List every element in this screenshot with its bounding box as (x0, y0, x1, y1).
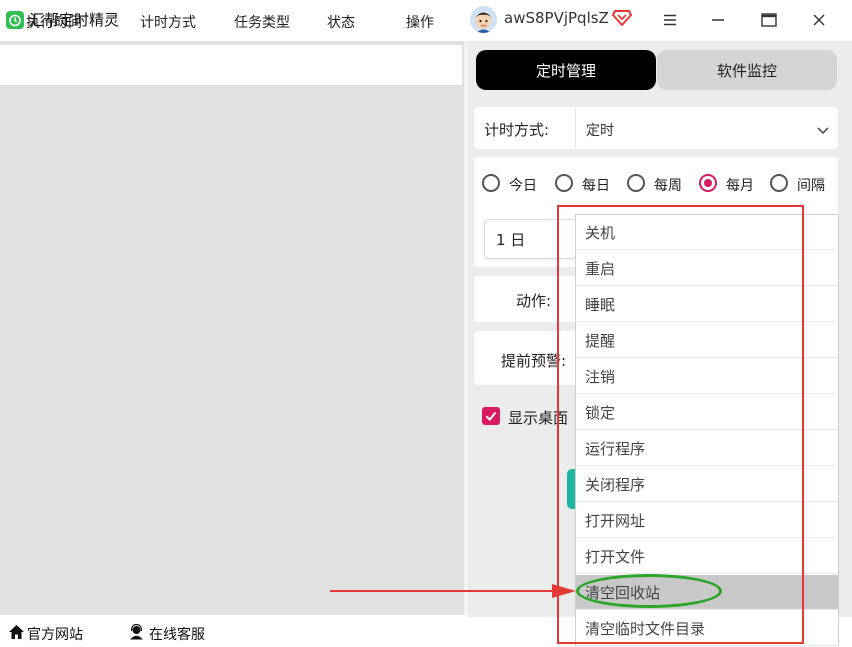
username[interactable]: awS8PVjPqlsZ (504, 9, 609, 27)
chevron-down-icon[interactable] (816, 121, 830, 140)
timing-mode-select[interactable] (575, 108, 840, 148)
day-of-month-value[interactable]: 1 日 (496, 229, 525, 250)
maximize-icon[interactable] (755, 8, 783, 32)
tab-software-monitor[interactable]: 软件监控 (657, 50, 837, 90)
online-support-link[interactable]: 在线客服 (149, 624, 205, 644)
radio-daily[interactable] (555, 174, 573, 192)
customer-service-icon[interactable] (128, 623, 145, 644)
timing-mode-label: 计时方式: (484, 121, 550, 139)
timing-mode-value[interactable]: 定时 (586, 120, 614, 140)
annotation-red-arrow (330, 581, 578, 605)
task-table-header (0, 45, 462, 85)
avatar[interactable] (470, 6, 497, 33)
column-header-actions[interactable]: 操作 (406, 12, 434, 32)
official-site-link[interactable]: 官方网站 (27, 624, 83, 644)
column-header-task-type[interactable]: 任务类型 (234, 12, 290, 32)
close-icon[interactable] (805, 8, 833, 32)
radio-interval[interactable] (770, 174, 788, 192)
radio-today[interactable] (482, 174, 500, 192)
action-label: 动作: (516, 292, 552, 310)
radio-label-monthly[interactable]: 每月 (726, 175, 754, 195)
radio-monthly[interactable] (699, 174, 717, 192)
radio-weekly[interactable] (627, 174, 645, 192)
column-header-exec-time[interactable]: 执行时间 (26, 12, 82, 32)
radio-label-interval[interactable]: 间隔 (797, 175, 825, 195)
column-header-timing-mode[interactable]: 计时方式 (140, 12, 196, 32)
vip-diamond-icon[interactable] (612, 9, 632, 31)
radio-label-today[interactable]: 今日 (509, 175, 537, 195)
column-header-status[interactable]: 状态 (327, 12, 355, 32)
app-logo-icon (6, 11, 24, 29)
menu-icon[interactable] (656, 8, 684, 32)
radio-label-daily[interactable]: 每日 (582, 175, 610, 195)
minimize-icon[interactable] (704, 8, 732, 32)
home-icon[interactable] (8, 624, 25, 644)
tab-timing-management[interactable]: 定时管理 (476, 50, 656, 90)
task-table-area (0, 41, 464, 615)
show-desktop-checkbox[interactable] (482, 407, 500, 425)
annotation-green-ellipse (576, 574, 722, 608)
radio-label-weekly[interactable]: 每周 (654, 175, 682, 195)
